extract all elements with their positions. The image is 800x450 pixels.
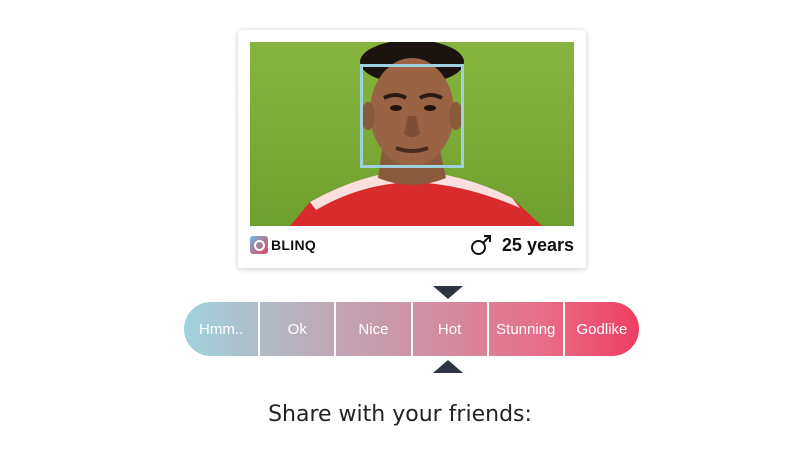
face-detection-box	[360, 64, 464, 168]
blinq-result-page: BLINQ 25 years Hmm.. Ok Nice Hot Stunnin…	[0, 0, 800, 450]
rating-option-nice[interactable]: Nice	[336, 302, 413, 356]
blinq-logo-icon	[250, 236, 268, 254]
card-footer: BLINQ 25 years	[250, 228, 574, 262]
rating-option-hmm[interactable]: Hmm..	[184, 302, 261, 356]
rating-option-ok[interactable]: Ok	[260, 302, 337, 356]
rating-marker-top	[433, 286, 463, 299]
rating-marker-bottom	[433, 360, 463, 373]
male-symbol-icon	[470, 235, 491, 255]
brand-name: BLINQ	[271, 237, 317, 253]
portrait-photo	[250, 42, 574, 226]
rating-option-godlike[interactable]: Godlike	[565, 302, 639, 356]
age-text: 25 years	[501, 234, 574, 255]
rating-bar: Hmm.. Ok Nice Hot Stunning Godlike	[184, 302, 639, 356]
brand[interactable]: BLINQ	[250, 236, 316, 254]
age-info: 25 years	[470, 234, 574, 256]
result-card: BLINQ 25 years	[238, 30, 586, 268]
rating-option-stunning[interactable]: Stunning	[489, 302, 565, 356]
share-label: Share with your friends:	[268, 402, 532, 427]
rating-option-hot[interactable]: Hot	[413, 302, 489, 356]
